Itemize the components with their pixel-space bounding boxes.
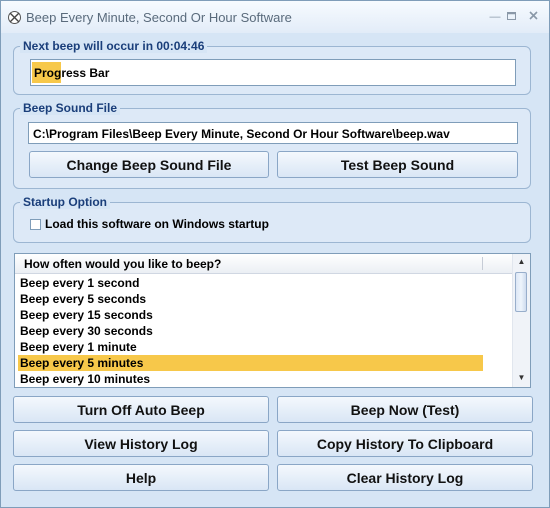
column-separator: [482, 257, 483, 270]
app-window: Beep Every Minute, Second Or Hour Softwa…: [0, 0, 550, 508]
sound-file-path: C:\Program Files\Beep Every Minute, Seco…: [33, 127, 450, 141]
help-button[interactable]: Help: [13, 464, 269, 491]
startup-label: Startup Option: [20, 195, 110, 209]
progress-text: Progress Bar: [34, 66, 110, 80]
list-item[interactable]: Beep every 1 second: [18, 275, 483, 291]
scroll-down-icon[interactable]: ▼: [513, 370, 530, 386]
list-header[interactable]: How often would you like to beep?: [15, 254, 513, 274]
list-item[interactable]: Beep every 30 seconds: [18, 323, 483, 339]
list-header-label: How often would you like to beep?: [24, 257, 222, 271]
list-item[interactable]: Beep every 5 seconds: [18, 291, 483, 307]
title-bar[interactable]: Beep Every Minute, Second Or Hour Softwa…: [1, 1, 549, 33]
progress-bar: Progress Bar: [30, 59, 516, 86]
next-beep-label: Next beep will occur in 00:04:46: [20, 39, 208, 53]
window-title: Beep Every Minute, Second Or Hour Softwa…: [26, 10, 292, 25]
beep-interval-list[interactable]: How often would you like to beep? Beep e…: [14, 253, 531, 388]
list-scrollbar[interactable]: ▲ ▼: [512, 254, 530, 387]
clear-history-log-button[interactable]: Clear History Log: [277, 464, 533, 491]
sound-file-path-input[interactable]: C:\Program Files\Beep Every Minute, Seco…: [28, 122, 518, 144]
startup-checkbox[interactable]: [30, 219, 41, 230]
beep-now-button[interactable]: Beep Now (Test): [277, 396, 533, 423]
list-item[interactable]: Beep every 10 minutes: [18, 371, 483, 387]
test-beep-sound-button[interactable]: Test Beep Sound: [277, 151, 518, 178]
turn-off-auto-beep-button[interactable]: Turn Off Auto Beep: [13, 396, 269, 423]
list-item[interactable]: Beep every 15 seconds: [18, 307, 483, 323]
list-item[interactable]: Beep every 5 minutes: [18, 355, 483, 371]
copy-history-button[interactable]: Copy History To Clipboard: [277, 430, 533, 457]
app-icon: [7, 10, 22, 25]
scroll-up-icon[interactable]: ▲: [513, 254, 530, 270]
sound-file-label: Beep Sound File: [20, 101, 121, 115]
startup-checkbox-label[interactable]: Load this software on Windows startup: [45, 217, 269, 231]
close-icon[interactable]: [523, 9, 543, 25]
next-beep-group: Next beep will occur in 00:04:46 Progres…: [13, 39, 531, 95]
change-beep-sound-button[interactable]: Change Beep Sound File: [29, 151, 269, 178]
startup-group: Startup Option Load this software on Win…: [13, 195, 531, 243]
scroll-thumb[interactable]: [515, 272, 527, 312]
list-item[interactable]: Beep every 1 minute: [18, 339, 483, 355]
maximize-icon[interactable]: [501, 9, 521, 25]
sound-file-group: Beep Sound File C:\Program Files\Beep Ev…: [13, 101, 531, 189]
view-history-log-button[interactable]: View History Log: [13, 430, 269, 457]
